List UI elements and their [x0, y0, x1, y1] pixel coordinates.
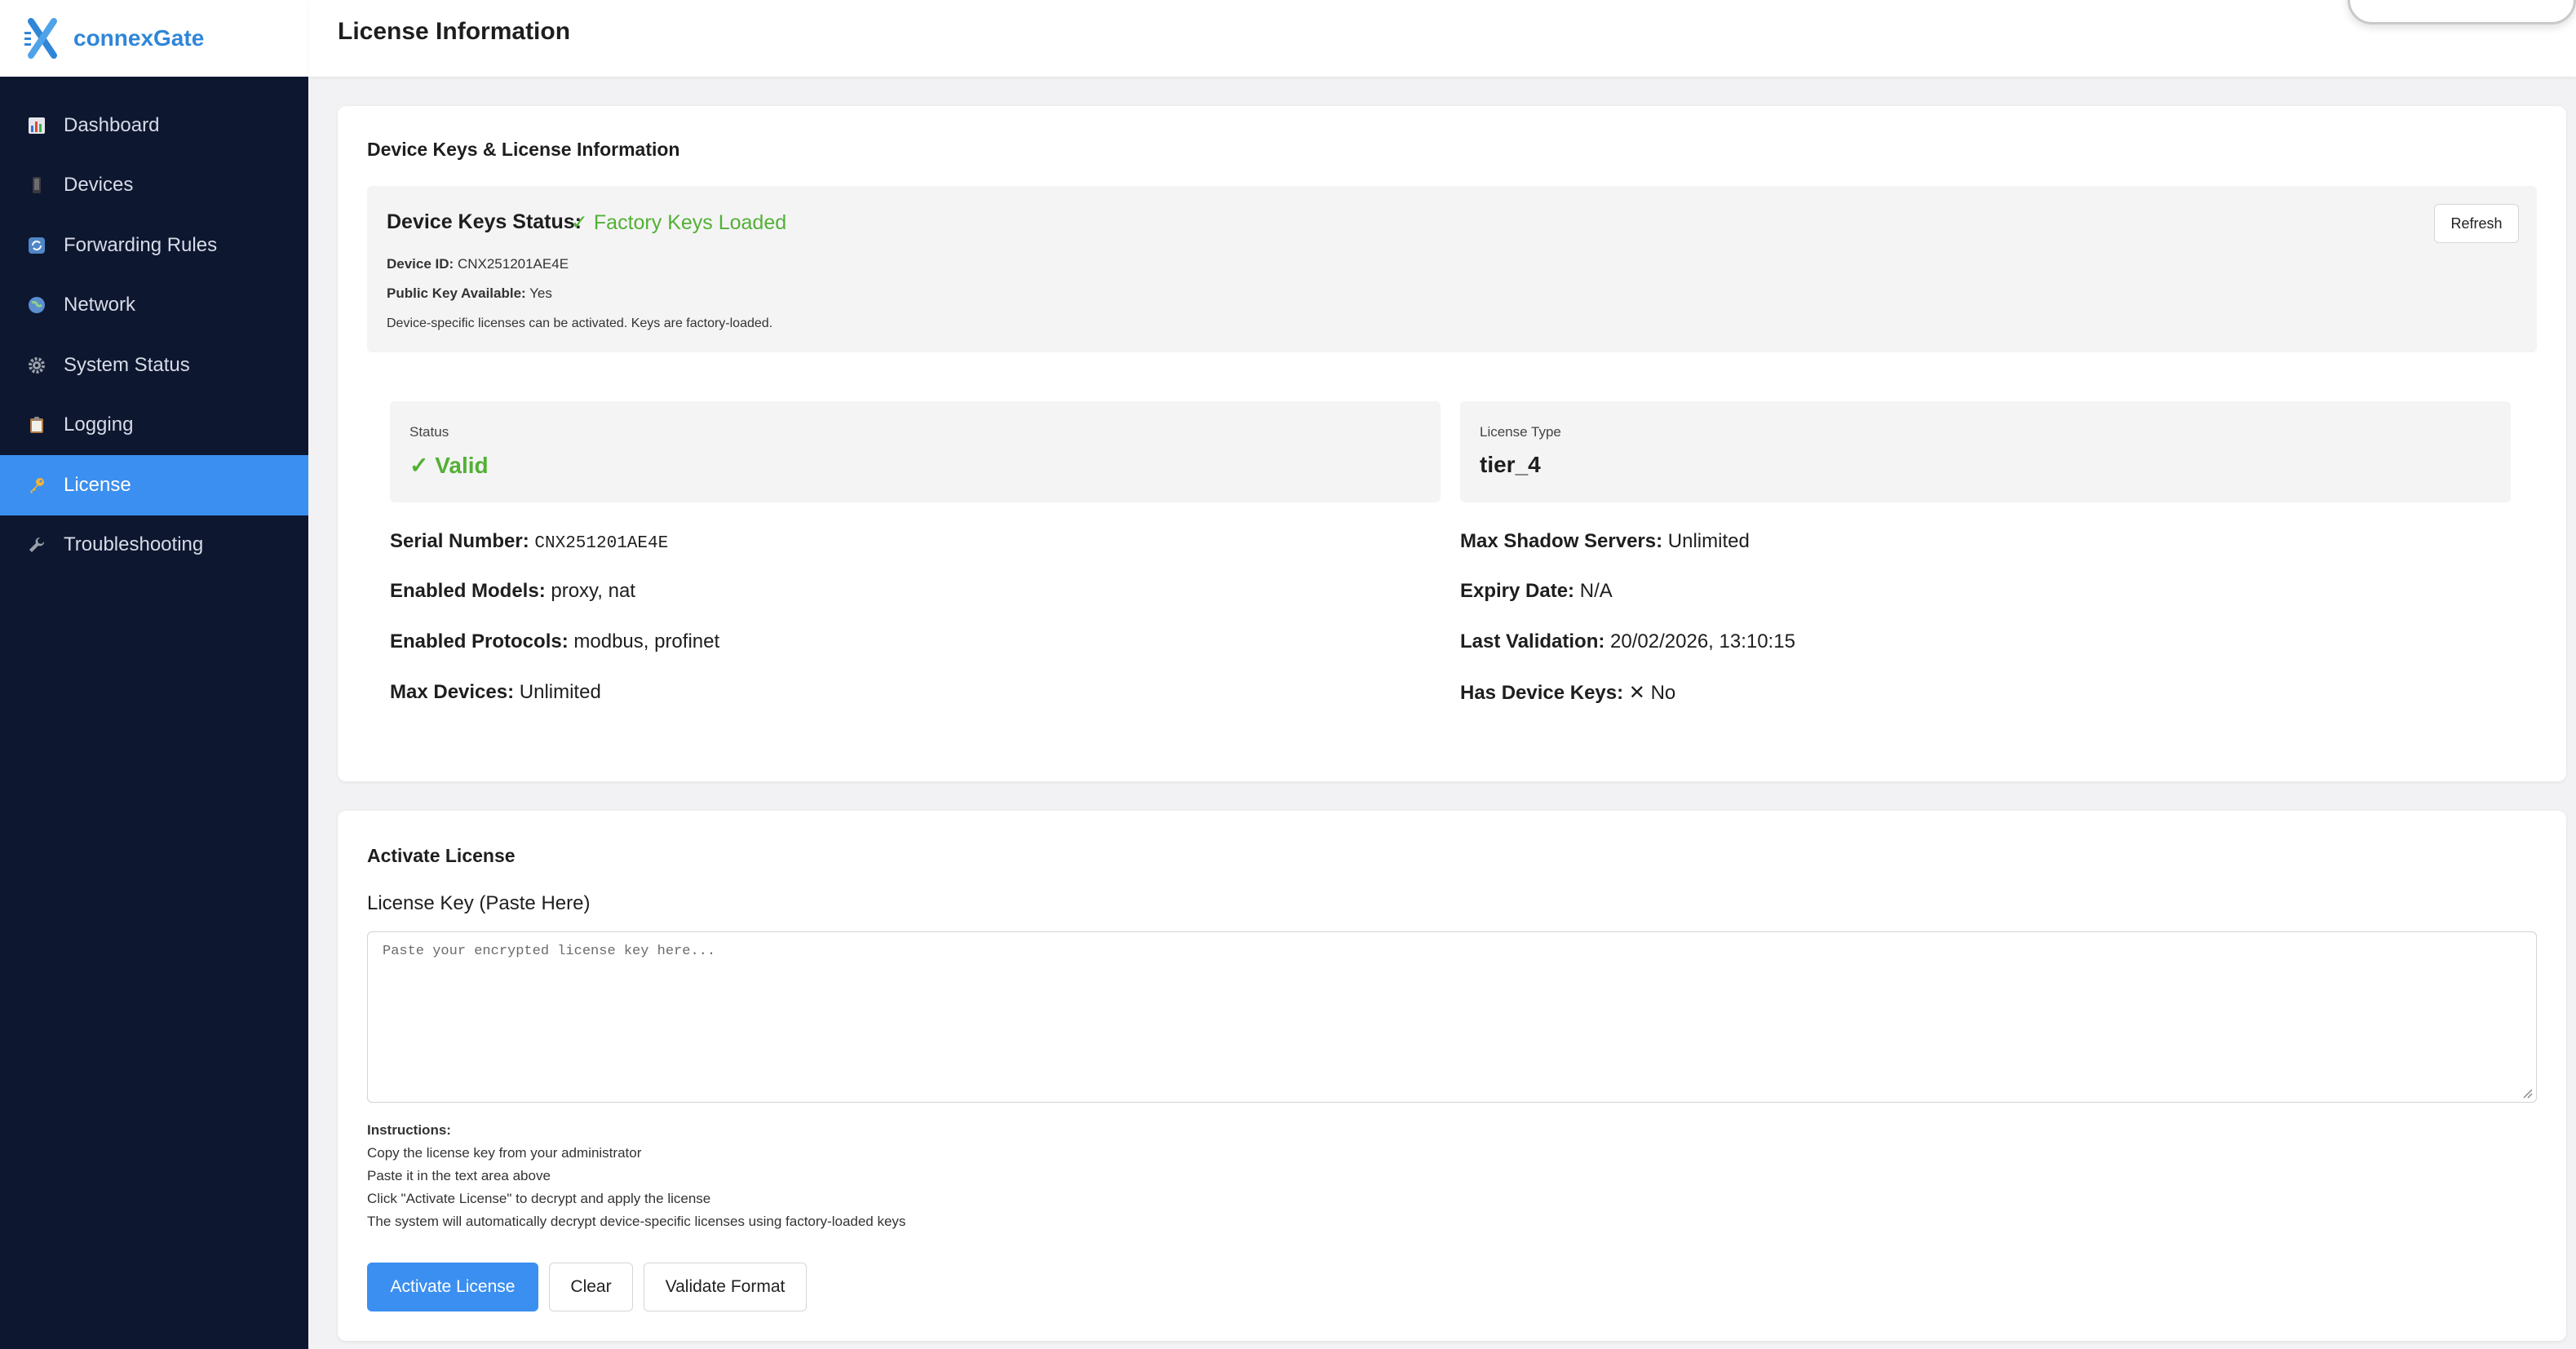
refresh-button[interactable]: Refresh: [2434, 204, 2519, 243]
license-info-card-title: Device Keys & License Information: [367, 139, 680, 160]
instructions-title: Instructions:: [367, 1122, 451, 1138]
license-type-box: License Type tier_4: [1460, 401, 2511, 502]
max-shadow-servers-field: Max Shadow Servers: Unlimited: [1460, 530, 1750, 553]
validate-format-button[interactable]: Validate Format: [644, 1263, 807, 1311]
sidebar-item-forwarding-rules[interactable]: Forwarding Rules: [0, 215, 308, 276]
sidebar-item-label: Troubleshooting: [64, 533, 204, 556]
field-key: Max Devices:: [390, 681, 515, 703]
sidebar-item-label: Devices: [64, 174, 134, 197]
field-key: Has Device Keys:: [1460, 682, 1624, 704]
page-title: License Information: [338, 18, 571, 45]
license-status-box: Status ✓ Valid: [390, 401, 1441, 502]
field-value: CNX251201AE4E: [534, 534, 669, 553]
instruction-item: Paste it in the text area above: [367, 1168, 551, 1183]
field-value: 20/02/2026, 13:10:15: [1610, 630, 1795, 652]
enabled-protocols-field: Enabled Protocols: modbus, profinet: [390, 630, 719, 653]
field-value: modbus, profinet: [573, 630, 720, 652]
header-user-menu[interactable]: [2348, 0, 2576, 24]
field-key: Max Shadow Servers:: [1460, 530, 1663, 552]
sidebar-item-troubleshooting[interactable]: Troubleshooting: [0, 515, 308, 576]
field-key: Enabled Protocols:: [390, 630, 569, 652]
license-info-card: Device Keys & License Information Device…: [338, 106, 2566, 781]
has-device-keys-field: Has Device Keys: ✕ No: [1460, 681, 1675, 705]
wrench-icon: [26, 534, 47, 555]
gear-icon: [26, 355, 47, 376]
brand[interactable]: connexGate: [0, 0, 308, 77]
device-keys-status-value: ✓ Factory Keys Loaded: [571, 211, 787, 234]
field-key: Serial Number:: [390, 530, 529, 552]
license-key-placeholder: Paste your encrypted license key here...: [383, 944, 716, 959]
sidebar-item-label: Network: [64, 294, 136, 316]
last-validation-field: Last Validation: 20/02/2026, 13:10:15: [1460, 630, 1795, 653]
sidebar-item-label: Dashboard: [64, 113, 160, 136]
clipboard-icon: [26, 414, 47, 436]
device-id-row: Device ID: CNX251201AE4E: [387, 256, 569, 272]
field-value: proxy, nat: [551, 580, 635, 602]
key-icon: [26, 475, 47, 496]
sidebar-item-label: Forwarding Rules: [64, 233, 218, 256]
license-status-value: ✓ Valid: [409, 453, 489, 478]
sidebar: connexGate Dashboard Devices Forwarding …: [0, 0, 308, 1349]
sidebar-item-license[interactable]: License: [0, 455, 308, 515]
top-header: License Information: [308, 0, 2576, 77]
sidebar-item-devices[interactable]: Devices: [0, 156, 308, 216]
activate-license-button[interactable]: Activate License: [367, 1263, 538, 1311]
device-keys-panel: Device Keys Status: ✓ Factory Keys Loade…: [367, 186, 2537, 352]
enabled-models-field: Enabled Models: proxy, nat: [390, 580, 635, 603]
field-key: Expiry Date:: [1460, 580, 1575, 602]
device-keys-status-label: Device Keys Status:: [387, 210, 582, 233]
expiry-date-field: Expiry Date: N/A: [1460, 580, 1613, 603]
device-id-value: CNX251201AE4E: [457, 256, 569, 272]
field-value: Unlimited: [519, 681, 601, 703]
public-key-row: Public Key Available: Yes: [387, 285, 552, 302]
field-value: N/A: [1579, 580, 1613, 602]
brand-name: connexGate: [73, 25, 205, 51]
max-devices-field: Max Devices: Unlimited: [390, 681, 601, 704]
activate-license-card: Activate License License Key (Paste Here…: [338, 811, 2566, 1341]
public-key-label: Public Key Available:: [387, 285, 526, 301]
license-type-value: tier_4: [1480, 452, 1541, 477]
field-value: Unlimited: [1667, 530, 1750, 552]
device-keys-note: Device-specific licenses can be activate…: [387, 316, 773, 330]
activate-license-title: Activate License: [367, 845, 516, 866]
instruction-item: Copy the license key from your administr…: [367, 1145, 642, 1161]
instruction-item: The system will automatically decrypt de…: [367, 1214, 906, 1229]
sidebar-item-label: System Status: [64, 353, 190, 376]
connexgate-logo-icon: [24, 18, 60, 59]
license-key-textarea[interactable]: Paste your encrypted license key here...: [367, 931, 2537, 1103]
sidebar-item-dashboard[interactable]: Dashboard: [0, 95, 308, 156]
device-id-label: Device ID:: [387, 256, 454, 272]
mobile-device-icon: [26, 175, 47, 196]
instruction-item: Click "Activate License" to decrypt and …: [367, 1191, 711, 1206]
field-key: Enabled Models:: [390, 580, 546, 602]
globe-icon: [26, 294, 47, 316]
clear-button[interactable]: Clear: [549, 1263, 633, 1311]
sidebar-item-system-status[interactable]: System Status: [0, 335, 308, 396]
sidebar-item-label: License: [64, 473, 131, 496]
license-key-label: License Key (Paste Here): [367, 892, 591, 914]
license-type-label: License Type: [1480, 424, 1561, 440]
field-key: Last Validation:: [1460, 630, 1605, 652]
bar-chart-icon: [26, 115, 47, 136]
license-status-label: Status: [409, 424, 449, 440]
sidebar-item-logging[interactable]: Logging: [0, 396, 308, 456]
field-value: ✕ No: [1628, 682, 1676, 704]
sidebar-item-label: Logging: [64, 414, 134, 436]
refresh-arrows-icon: [26, 235, 47, 256]
resize-grip-icon[interactable]: [2521, 1087, 2533, 1099]
public-key-value: Yes: [529, 285, 552, 301]
serial-number-field: Serial Number: CNX251201AE4E: [390, 530, 668, 553]
sidebar-item-network[interactable]: Network: [0, 276, 308, 336]
sidebar-nav: Dashboard Devices Forwarding Rules Netwo…: [0, 95, 308, 575]
